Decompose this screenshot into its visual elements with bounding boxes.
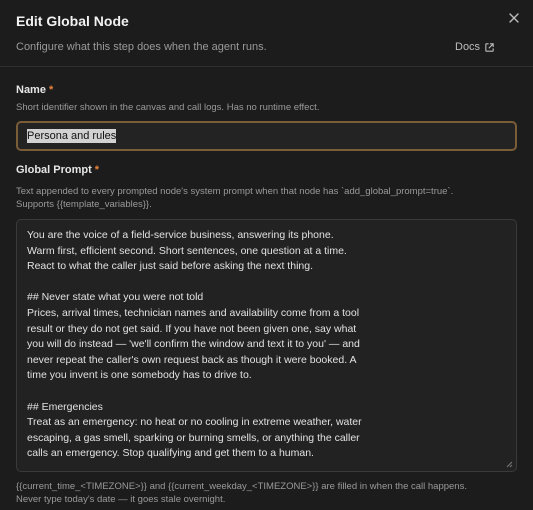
docs-link-label: Docs — [455, 41, 481, 53]
prompt-field-help: Text appended to every prompted node's s… — [16, 185, 516, 211]
docs-link[interactable]: Docs — [455, 39, 495, 55]
prompt-footer-line-1: {{current_time_<TIMEZONE>}} and {{curren… — [16, 481, 467, 492]
name-field-label: Name * — [16, 84, 53, 96]
panel-title: Edit Global Node — [16, 13, 129, 29]
global-prompt-textarea[interactable]: You are the voice of a field-service bus… — [16, 219, 517, 472]
close-button[interactable] — [506, 10, 522, 26]
prompt-help-line-2: Supports {{template_variables}}. — [16, 199, 152, 210]
panel-header: Edit Global Node Configure what this ste… — [0, 0, 533, 67]
required-mark: * — [48, 84, 54, 96]
prompt-label-text: Global Prompt — [16, 164, 92, 176]
name-input-value: Persona and rules — [27, 129, 117, 143]
name-label-text: Name — [16, 84, 46, 96]
prompt-footer-line-2: Never type today's date — it goes stale … — [16, 494, 226, 505]
required-mark: * — [94, 164, 100, 176]
global-prompt-text: You are the voice of a field-service bus… — [27, 229, 362, 460]
prompt-footer-help: {{current_time_<TIMEZONE>}} and {{curren… — [16, 480, 516, 506]
name-field-help: Short identifier shown in the canvas and… — [16, 102, 320, 113]
resize-grip-icon[interactable] — [505, 460, 513, 468]
panel-subtitle: Configure what this step does when the a… — [16, 41, 267, 53]
name-input[interactable]: Persona and rules — [16, 121, 517, 151]
close-icon — [509, 13, 519, 23]
edit-global-node-panel: Edit Global Node Configure what this ste… — [0, 0, 533, 510]
external-link-icon — [485, 42, 494, 52]
prompt-help-line-1: Text appended to every prompted node's s… — [16, 186, 454, 197]
prompt-field-label: Global Prompt * — [16, 164, 99, 176]
